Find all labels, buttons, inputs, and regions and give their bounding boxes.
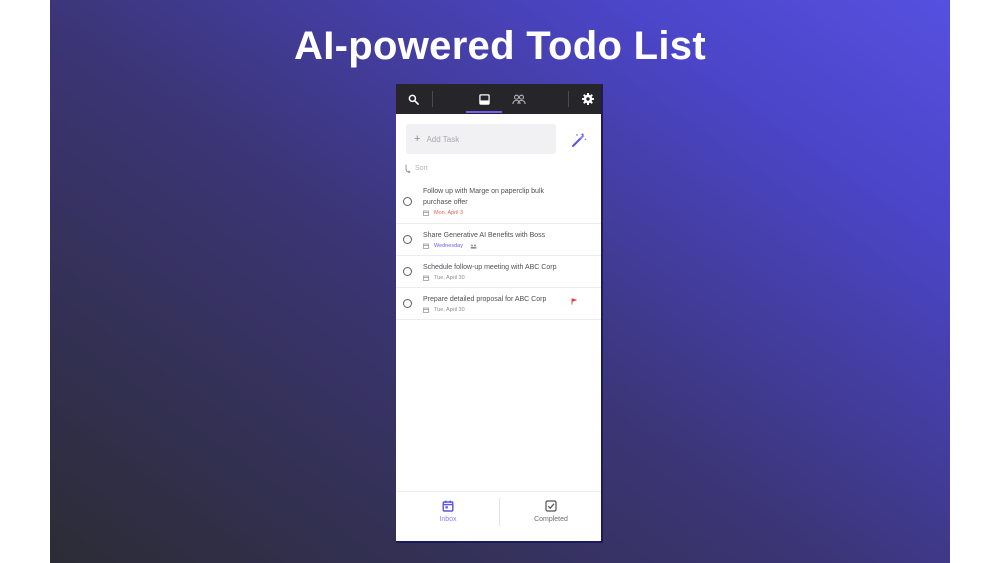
headline: AI-powered Todo List [294, 24, 706, 68]
priority-flag-icon [571, 298, 577, 305]
task-title: Schedule follow-up meeting with ABC Corp [423, 264, 557, 271]
task-checkbox[interactable] [403, 267, 412, 276]
plus-icon: + [414, 133, 421, 145]
task-item[interactable]: Prepare detailed proposal for ABC Corp T… [396, 288, 601, 320]
task-item[interactable]: Share Generative AI Benefits with Boss W… [396, 224, 601, 256]
calendar-icon [423, 307, 429, 313]
task-meta: Tue, April 30 [423, 275, 465, 281]
tab-shared[interactable] [504, 84, 534, 114]
sort-icon [405, 164, 411, 173]
settings-button[interactable] [575, 84, 601, 114]
task-list: Follow up with Marge on paperclip bulk p… [396, 180, 601, 320]
task-due-date: Mon, April 3 [434, 210, 464, 216]
inbox-tray-icon [478, 93, 490, 105]
promo-banner: AI-powered Todo List + Add Task Sort Fol… [50, 0, 950, 563]
sort-label: Sort [415, 165, 428, 172]
app-window: + Sort Follow up with Marge on [396, 84, 603, 543]
ai-magic-button[interactable] [570, 131, 588, 149]
calendar-icon [423, 275, 429, 281]
sort-button[interactable]: Sort [404, 164, 428, 173]
task-checkbox[interactable] [403, 197, 412, 206]
toolbar-divider [432, 91, 433, 107]
checkbox-checked-icon [545, 500, 557, 512]
toolbar-divider [568, 91, 569, 107]
task-due-date: Tue, April 30 [434, 307, 465, 313]
calendar-today-icon [442, 500, 454, 512]
task-meta: Wednesday [423, 243, 477, 249]
nav-completed-label: Completed [534, 516, 568, 523]
people-icon [512, 94, 526, 104]
task-due-date: Tue, April 30 [434, 275, 465, 281]
nav-inbox[interactable]: Inbox [396, 500, 500, 534]
magic-wand-icon [572, 132, 587, 147]
task-meta: Mon, April 3 [423, 210, 463, 216]
task-item[interactable]: Follow up with Marge on paperclip bulk p… [396, 180, 601, 224]
add-task-field[interactable]: + [406, 124, 556, 154]
task-checkbox[interactable] [403, 235, 412, 244]
task-checkbox[interactable] [403, 299, 412, 308]
calendar-icon [423, 210, 429, 216]
task-due-date: Wednesday [434, 243, 463, 249]
nav-completed[interactable]: Completed [499, 500, 601, 534]
calendar-icon [423, 243, 429, 249]
task-meta: Tue, April 30 [423, 307, 465, 313]
nav-inbox-label: Inbox [439, 516, 457, 523]
task-title: Follow up with Marge on paperclip bulk p… [423, 188, 545, 206]
task-title: Share Generative AI Benefits with Boss [423, 232, 546, 239]
task-title: Prepare detailed proposal for ABC Corp [423, 296, 547, 303]
tab-inbox[interactable] [466, 84, 502, 114]
people-icon [470, 244, 477, 249]
bottom-navigation: Inbox Completed [396, 491, 601, 541]
top-toolbar [396, 84, 601, 114]
active-tab-indicator [466, 111, 502, 113]
add-task-input[interactable] [426, 134, 547, 144]
search-icon [408, 94, 419, 105]
task-item[interactable]: Schedule follow-up meeting with ABC Corp… [396, 256, 601, 288]
gear-icon [582, 93, 594, 105]
search-button[interactable] [400, 84, 426, 114]
